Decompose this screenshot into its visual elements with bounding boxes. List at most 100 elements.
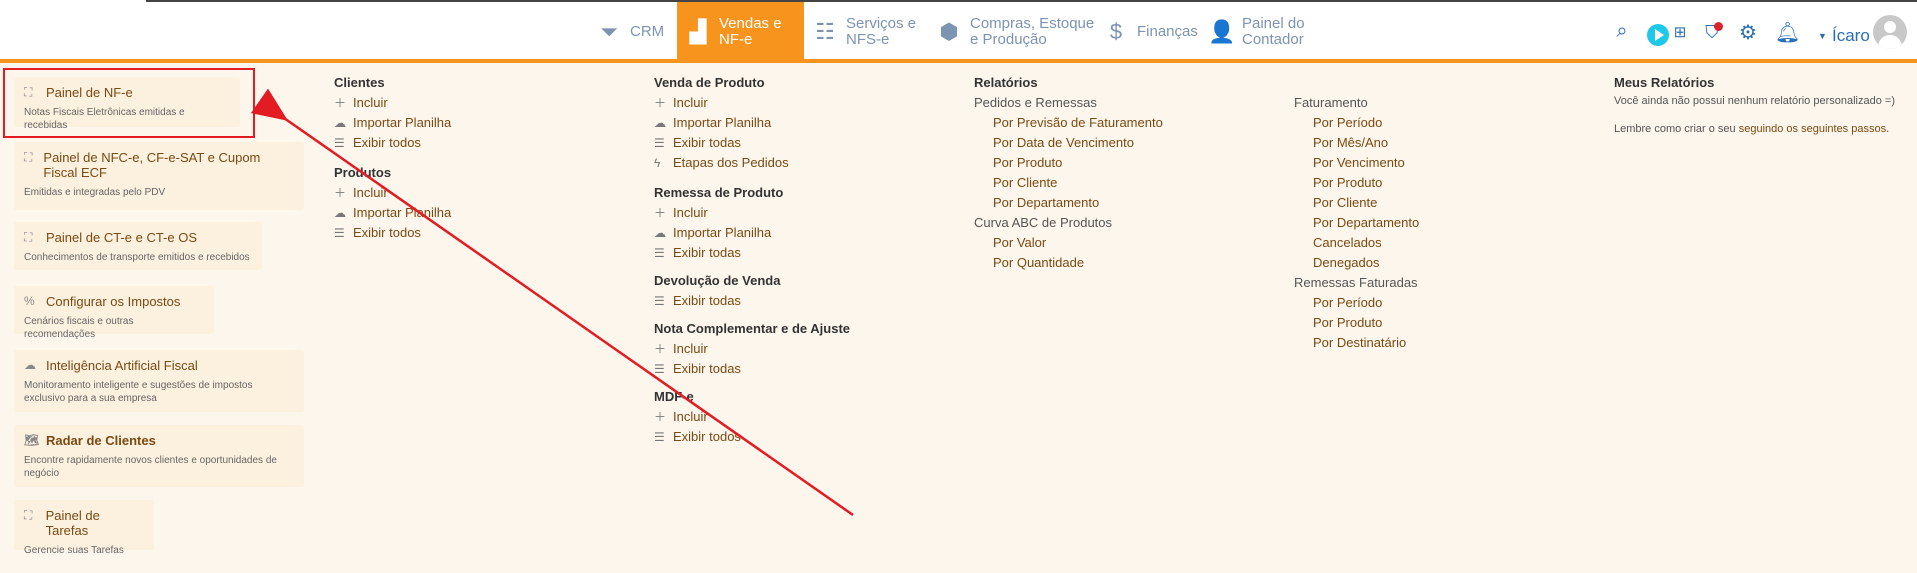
bell-icon[interactable]: 🔔︎: [1775, 20, 1800, 44]
card-title: Configurar os Impostos: [46, 294, 181, 309]
menu-item-clientes-exibir[interactable]: ☰ Exibir todos: [334, 133, 451, 153]
plus-icon: ＋: [334, 186, 347, 200]
menu-item-label: Exibir todas: [673, 293, 741, 308]
menu-item-venda-importar[interactable]: ☁ Importar Planilha: [654, 113, 850, 133]
cloud-upload-icon: ☁: [334, 206, 346, 220]
menu-item-mdfe-exibir[interactable]: ☰ Exibir todos: [654, 427, 850, 447]
chevron-down-icon[interactable]: ▼: [1818, 31, 1827, 41]
section-title: Produtos: [334, 165, 392, 180]
help-note-text: Lembre como criar o seu: [1614, 123, 1739, 135]
group-title: Curva ABC de Produtos: [974, 215, 1113, 230]
report-link[interactable]: Por Cliente: [1294, 193, 1419, 213]
menu-item-remessa-exibir[interactable]: ☰ Exibir todas: [654, 243, 850, 263]
bolt-icon: ϟ: [654, 156, 661, 170]
card-subtitle: Cenários fiscais e outras recomendações: [24, 316, 134, 340]
card-title: Painel de CT-e e CT-e OS: [46, 230, 198, 245]
plus-icon: ＋: [654, 206, 667, 220]
report-link[interactable]: Por Período: [1294, 293, 1419, 313]
report-link[interactable]: Por Mês/Ano: [1294, 133, 1419, 153]
cloud-upload-icon: ☁: [334, 116, 346, 130]
card-radar-clientes[interactable]: 🗺︎ Radar de Clientes Encontre rapidamente…: [14, 425, 304, 487]
card-painel-tarefas[interactable]: ⛶ Painel de Tarefas Gerencie suas Tarefas: [14, 500, 154, 556]
cloud-upload-icon: ☁: [654, 226, 666, 240]
chart-icon: ▟: [689, 18, 707, 44]
nav-compras-label: Compras, Estoque e Produção: [970, 14, 1095, 48]
nav-painel-contador[interactable]: 👤 Painel do Contador: [1208, 2, 1313, 61]
report-link[interactable]: Por Departamento: [1294, 213, 1419, 233]
report-link[interactable]: Por Produto: [1294, 313, 1419, 333]
menu-item-remessa-importar[interactable]: ☁ Importar Planilha: [654, 223, 850, 243]
section-title: MDF-e: [654, 389, 694, 404]
group-title: Remessas Faturadas: [1294, 275, 1418, 290]
menu-item-label: Incluir: [353, 185, 388, 200]
plus-icon: ＋: [654, 342, 667, 356]
menu-item-label: Importar Planilha: [353, 115, 452, 130]
menu-item-venda-etapas[interactable]: ϟ Etapas dos Pedidos: [654, 153, 850, 173]
avatar[interactable]: [1873, 15, 1907, 49]
nav-contador-label: Painel do Contador: [1242, 14, 1305, 48]
menu-item-label: Exibir todas: [673, 245, 741, 260]
nav-compras[interactable]: ⬢ Compras, Estoque e Produção: [936, 2, 1096, 61]
list-icon: ☰: [334, 136, 345, 150]
card-title: Painel de NFC-e, CF-e-SAT e Cupom Fiscal…: [43, 150, 261, 180]
report-link[interactable]: Por Produto: [974, 153, 1163, 173]
person-icon: 👤: [1208, 18, 1236, 44]
report-link[interactable]: Por Departamento: [974, 193, 1163, 213]
nav-vendas[interactable]: ▟ Vendas e NF-e: [677, 2, 804, 61]
menu-item-venda-exibir[interactable]: ☰ Exibir todas: [654, 133, 850, 153]
report-link[interactable]: Por Destinatário: [1294, 333, 1419, 353]
menu-item-produtos-incluir[interactable]: ＋ Incluir: [334, 183, 451, 203]
menu-item-remessa-incluir[interactable]: ＋ Incluir: [654, 203, 850, 223]
report-link[interactable]: Por Produto: [1294, 173, 1419, 193]
play-icon[interactable]: [1647, 24, 1669, 46]
menu-item-label: Importar Planilha: [673, 225, 772, 240]
card-painel-nfce[interactable]: ⛶ Painel de NFC-e, CF-e-SAT e Cupom Fisca…: [14, 142, 304, 210]
highlight-box: [3, 68, 255, 138]
menu-item-mdfe-incluir[interactable]: ＋ Incluir: [654, 407, 850, 427]
menu-col-faturamento: Faturamento Por Período Por Mês/Ano Por …: [1294, 93, 1419, 353]
report-link[interactable]: Por Quantidade: [974, 253, 1163, 273]
user-name[interactable]: Ícaro: [1832, 26, 1870, 46]
gear-icon[interactable]: ⚙: [1736, 20, 1760, 44]
menu-item-produtos-exibir[interactable]: ☰ Exibir todos: [334, 223, 451, 243]
box-icon: ⬢: [939, 18, 959, 44]
menu-col-relatorios: Relatórios Pedidos e Remessas Por Previs…: [974, 73, 1163, 273]
list-icon: ☰: [334, 226, 345, 240]
menu-item-clientes-incluir[interactable]: ＋ Incluir: [334, 93, 451, 113]
report-link[interactable]: Denegados: [1294, 253, 1419, 273]
menu-item-nota-incluir[interactable]: ＋ Incluir: [654, 339, 850, 359]
card-ia-fiscal[interactable]: ☁ Inteligência Artificial Fiscal Monitora…: [14, 350, 304, 412]
search-icon[interactable]: ⌕: [1610, 20, 1634, 44]
menu-item-produtos-importar[interactable]: ☁ Importar Planilha: [334, 203, 451, 223]
report-link[interactable]: Por Valor: [974, 233, 1163, 253]
list-icon: ☰: [654, 294, 665, 308]
menu-item-devolucao-exibir[interactable]: ☰ Exibir todas: [654, 291, 850, 311]
card-painel-cte[interactable]: ⛶ Painel de CT-e e CT-e OS Conhecimentos …: [14, 222, 262, 270]
report-link[interactable]: Por Previsão de Faturamento: [974, 113, 1163, 133]
expand-icon: ⛶: [24, 508, 33, 522]
help-link[interactable]: seguindo os seguintes passos.: [1739, 123, 1889, 135]
nav-financas[interactable]: $ Finanças: [1103, 2, 1203, 61]
report-link[interactable]: Cancelados: [1294, 233, 1419, 253]
nav-crm[interactable]: ⏷ CRM: [596, 2, 666, 61]
menu-item-clientes-importar[interactable]: ☁ Importar Planilha: [334, 113, 451, 133]
section-title: Relatórios: [974, 75, 1038, 90]
menu-item-venda-incluir[interactable]: ＋ Incluir: [654, 93, 850, 113]
group-title: Pedidos e Remessas: [974, 95, 1097, 110]
menu-item-label: Incluir: [673, 205, 708, 220]
empty-reports-note: Você ainda não possui nenhum relatório p…: [1614, 95, 1895, 107]
plus-icon: ＋: [654, 410, 667, 424]
card-subtitle: Emitidas e integradas pelo PDV: [24, 187, 166, 198]
menu-item-label: Exibir todos: [353, 135, 421, 150]
apps-grid-icon[interactable]: ⊞: [1668, 23, 1692, 47]
nav-servicos[interactable]: ☷ Serviços e NFS-e: [812, 2, 922, 61]
menu-item-nota-exibir[interactable]: ☰ Exibir todas: [654, 359, 850, 379]
report-link[interactable]: Por Vencimento: [1294, 153, 1419, 173]
menu-item-label: Incluir: [673, 341, 708, 356]
report-link[interactable]: Por Período: [1294, 113, 1419, 133]
report-link[interactable]: Por Cliente: [974, 173, 1163, 193]
card-configurar-impostos[interactable]: % Configurar os Impostos Cenários fiscais…: [14, 286, 214, 340]
report-link[interactable]: Por Data de Vencimento: [974, 133, 1163, 153]
nav-vendas-label: Vendas e NF-e: [719, 14, 782, 48]
menu-item-label: Incluir: [673, 95, 708, 110]
